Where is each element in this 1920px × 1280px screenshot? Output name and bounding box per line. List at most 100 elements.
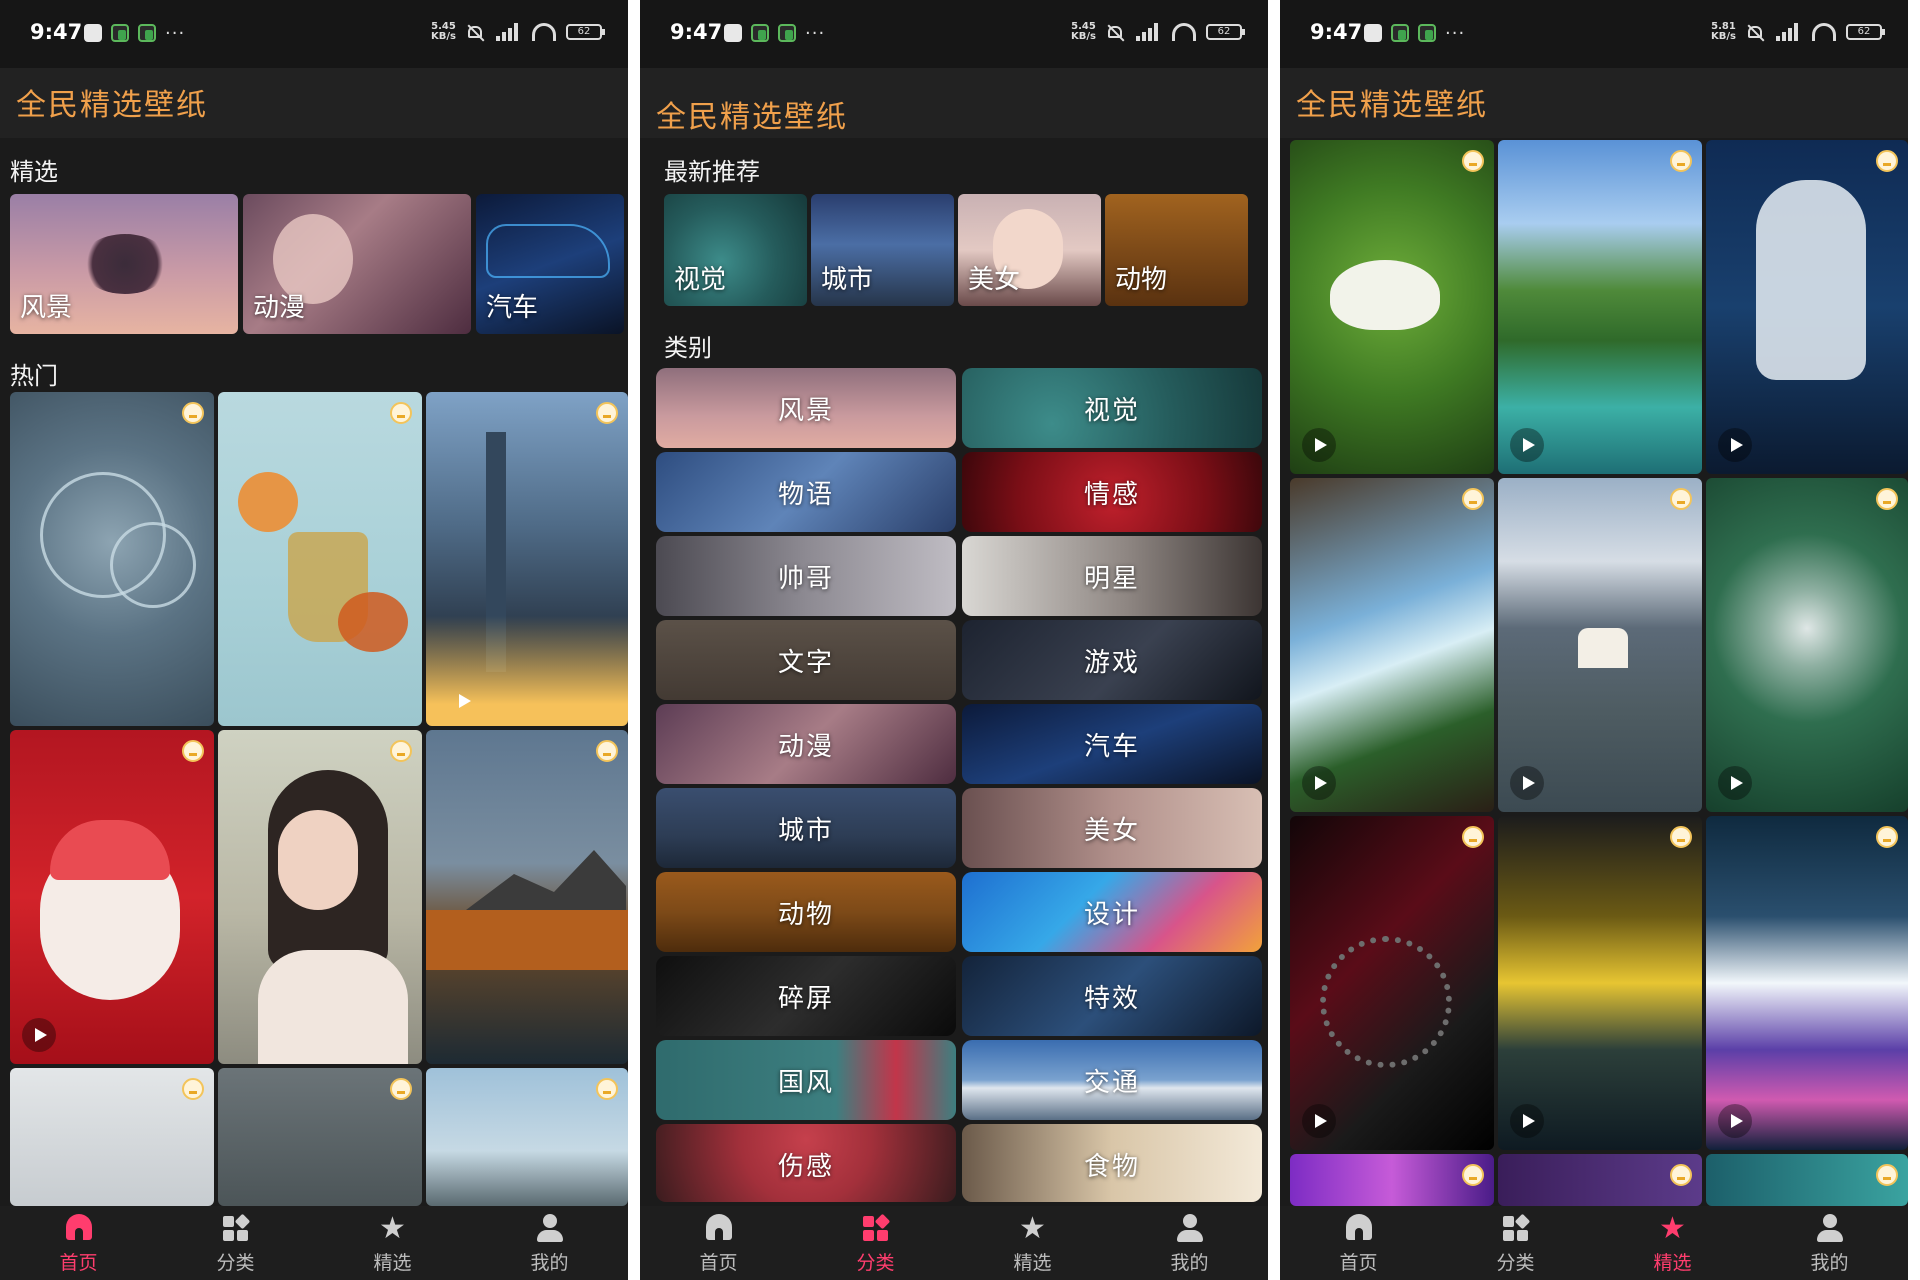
hot-wallpaper-tile[interactable] <box>218 392 422 726</box>
category-tile[interactable]: 帅哥 <box>656 536 956 616</box>
notification-icons: ··· <box>724 22 826 44</box>
play-icon[interactable] <box>1510 1104 1544 1138</box>
category-tile[interactable]: 情感 <box>962 452 1262 532</box>
nav-categories[interactable]: 分类 <box>1437 1206 1594 1280</box>
nav-categories[interactable]: 分类 <box>157 1206 314 1280</box>
crown-icon <box>1670 1164 1692 1186</box>
pick-wallpaper-tile[interactable] <box>1498 140 1702 474</box>
nav-mine[interactable]: 我的 <box>1111 1206 1268 1280</box>
crown-icon <box>1670 150 1692 172</box>
pick-wallpaper-tile[interactable] <box>1706 478 1908 812</box>
play-icon[interactable] <box>22 1018 56 1052</box>
play-icon[interactable] <box>1302 428 1336 462</box>
grid-icon <box>1501 1213 1531 1244</box>
battery-icon: 62 <box>1846 24 1885 40</box>
category-tile[interactable]: 视觉 <box>962 368 1262 448</box>
category-tile[interactable]: 物语 <box>656 452 956 532</box>
nav-home[interactable]: 首页 <box>0 1206 157 1280</box>
signal-icon <box>496 23 522 41</box>
pick-wallpaper-tile[interactable] <box>1290 1154 1494 1206</box>
hot-wallpaper-tile[interactable] <box>426 392 628 726</box>
status-right: 5.81 KB/s 62 <box>1711 22 1885 42</box>
featured-tile-label: 汽车 <box>486 293 539 323</box>
pick-wallpaper-tile[interactable] <box>1498 1154 1702 1206</box>
category-tile[interactable]: 食物 <box>962 1124 1262 1202</box>
category-tile[interactable]: 文字 <box>656 620 956 700</box>
latest-tile-city[interactable]: 城市 <box>811 194 954 306</box>
category-tile[interactable]: 风景 <box>656 368 956 448</box>
wifi-icon <box>1172 23 1196 41</box>
category-tile[interactable]: 碎屏 <box>656 956 956 1036</box>
app-bar: 全民精选壁纸 <box>0 68 628 138</box>
nav-picks[interactable]: ★ 精选 <box>1594 1206 1751 1280</box>
notification-app-icon <box>724 24 742 42</box>
category-tile[interactable]: 动物 <box>656 872 956 952</box>
category-tile[interactable]: 动漫 <box>656 704 956 784</box>
play-icon[interactable] <box>1718 428 1752 462</box>
pick-wallpaper-tile[interactable] <box>1706 816 1908 1150</box>
nav-mine[interactable]: 我的 <box>1751 1206 1908 1280</box>
hot-wallpaper-tile[interactable] <box>426 730 628 1064</box>
hot-wallpaper-tile[interactable] <box>10 392 214 726</box>
hot-wallpaper-tile[interactable] <box>218 730 422 1064</box>
category-tile[interactable]: 美女 <box>962 788 1262 868</box>
nav-categories[interactable]: 分类 <box>797 1206 954 1280</box>
play-icon[interactable] <box>1718 766 1752 800</box>
play-icon[interactable] <box>1510 766 1544 800</box>
notification-icons: ··· <box>1364 23 1465 44</box>
pick-wallpaper-tile[interactable] <box>1290 140 1494 474</box>
category-tile[interactable]: 城市 <box>656 788 956 868</box>
hot-wallpaper-tile[interactable] <box>218 1068 422 1206</box>
latest-tile-animal[interactable]: 动物 <box>1105 194 1248 306</box>
hot-wallpaper-tile[interactable] <box>426 1068 628 1206</box>
crown-icon <box>1462 150 1484 172</box>
latest-tile-beauty[interactable]: 美女 <box>958 194 1101 306</box>
latest-section-title: 最新推荐 <box>664 158 760 186</box>
mountain <box>466 850 626 910</box>
play-icon[interactable] <box>446 684 480 718</box>
anime-character <box>1756 180 1866 380</box>
featured-tile-car[interactable]: 汽车 <box>476 194 624 334</box>
category-tile[interactable]: 明星 <box>962 536 1262 616</box>
play-icon[interactable] <box>1718 1104 1752 1138</box>
pick-wallpaper-tile[interactable] <box>1706 1154 1908 1206</box>
home-icon <box>64 1214 94 1244</box>
category-tile[interactable]: 国风 <box>656 1040 956 1120</box>
pick-wallpaper-tile[interactable] <box>1498 816 1702 1150</box>
category-tile[interactable]: 伤感 <box>656 1124 956 1202</box>
play-icon[interactable] <box>1510 428 1544 462</box>
nav-home[interactable]: 首页 <box>1280 1206 1437 1280</box>
notification-app-icon <box>751 24 769 42</box>
crown-icon <box>390 740 412 762</box>
pick-wallpaper-tile[interactable] <box>1290 816 1494 1150</box>
latest-tile-visual[interactable]: 视觉 <box>664 194 807 306</box>
nav-mine[interactable]: 我的 <box>471 1206 628 1280</box>
category-tile[interactable]: 汽车 <box>962 704 1262 784</box>
nav-picks[interactable]: ★ 精选 <box>314 1206 471 1280</box>
mute-icon <box>466 23 486 41</box>
pick-wallpaper-tile[interactable] <box>1290 478 1494 812</box>
pick-wallpaper-tile[interactable] <box>1706 140 1908 474</box>
pick-wallpaper-tile[interactable] <box>1498 478 1702 812</box>
category-tile[interactable]: 游戏 <box>962 620 1262 700</box>
phone-picks-screen: 9:47 ··· 5.81 KB/s 62 全民精选壁纸 首页 分类 ★ 精选 … <box>1280 0 1908 1280</box>
hot-wallpaper-tile[interactable] <box>10 730 214 1064</box>
crown-icon <box>1876 150 1898 172</box>
more-notifications-icon: ··· <box>805 22 826 44</box>
notification-app-icon <box>1418 24 1436 42</box>
play-icon[interactable] <box>1302 1104 1336 1138</box>
nav-home[interactable]: 首页 <box>640 1206 797 1280</box>
bottom-nav: 首页 分类 ★ 精选 我的 <box>0 1206 628 1280</box>
app-title: 全民精选壁纸 <box>1296 88 1488 123</box>
tea-cup <box>338 592 408 652</box>
category-tile[interactable]: 设计 <box>962 872 1262 952</box>
app-title: 全民精选壁纸 <box>656 100 848 135</box>
hot-wallpaper-tile[interactable] <box>10 1068 214 1206</box>
crown-icon <box>1670 826 1692 848</box>
featured-tile-anime[interactable]: 动漫 <box>243 194 471 334</box>
nav-picks[interactable]: ★ 精选 <box>954 1206 1111 1280</box>
category-tile[interactable]: 特效 <box>962 956 1262 1036</box>
category-tile[interactable]: 交通 <box>962 1040 1262 1120</box>
play-icon[interactable] <box>1302 766 1336 800</box>
featured-tile-scenery[interactable]: 风景 <box>10 194 238 334</box>
